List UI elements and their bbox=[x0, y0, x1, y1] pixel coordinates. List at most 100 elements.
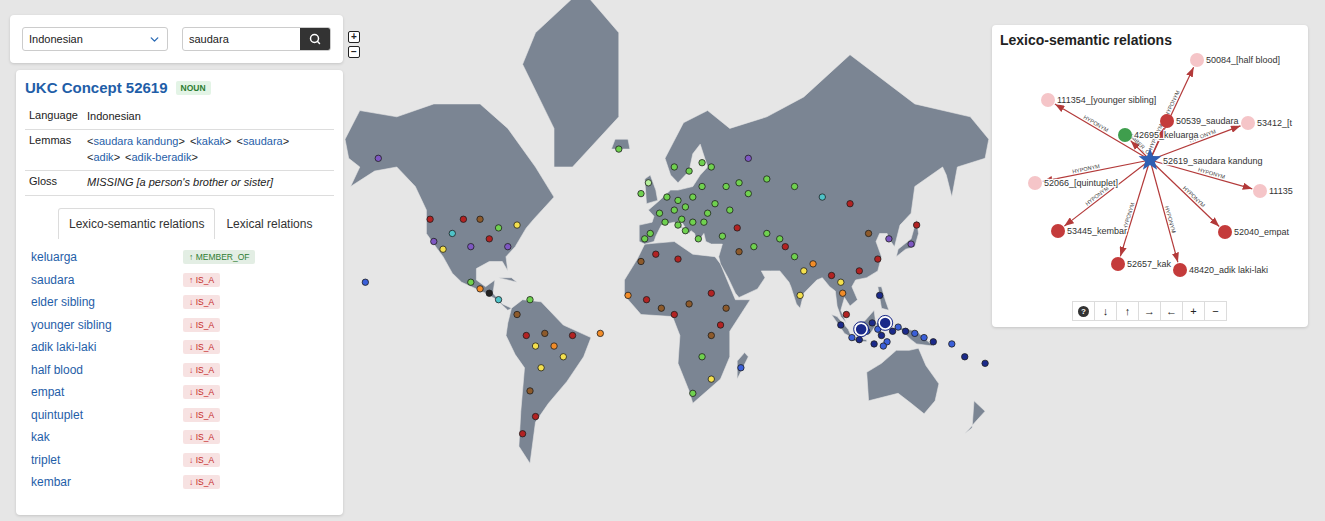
relation-link[interactable]: quintuplet bbox=[31, 408, 83, 422]
map-pin[interactable] bbox=[551, 343, 557, 349]
map-pin[interactable] bbox=[616, 146, 622, 152]
language-select[interactable]: Indonesian bbox=[22, 27, 168, 51]
toolbar-button[interactable]: → bbox=[1138, 301, 1161, 321]
map-pin[interactable] bbox=[839, 290, 845, 296]
map-pin[interactable] bbox=[913, 222, 919, 228]
map-pin[interactable] bbox=[764, 176, 770, 182]
search-input[interactable]: saudara bbox=[183, 28, 300, 50]
zoom-button[interactable]: − bbox=[348, 46, 360, 58]
graph-node[interactable] bbox=[1041, 93, 1055, 107]
concept-title[interactable]: UKC Concept 52619 bbox=[25, 79, 168, 96]
map-pin[interactable] bbox=[886, 236, 892, 242]
map-pin[interactable] bbox=[645, 180, 651, 186]
map-pin[interactable] bbox=[871, 341, 877, 347]
map-pin[interactable] bbox=[495, 225, 501, 231]
map-pin[interactable] bbox=[477, 286, 483, 292]
map-pin[interactable] bbox=[878, 332, 884, 338]
toolbar-button[interactable]: ↓ bbox=[1094, 301, 1117, 321]
map-pin[interactable] bbox=[727, 207, 733, 213]
zoom-button[interactable]: + bbox=[348, 31, 360, 43]
map-pin[interactable] bbox=[921, 334, 927, 340]
map-pin[interactable] bbox=[468, 243, 474, 249]
map-pin[interactable] bbox=[880, 343, 886, 349]
map-pin[interactable] bbox=[856, 336, 862, 342]
map-pin[interactable] bbox=[723, 305, 729, 311]
map-pin[interactable] bbox=[708, 290, 714, 296]
tab[interactable]: Lexical relations bbox=[215, 208, 323, 239]
graph-node[interactable] bbox=[1190, 53, 1204, 67]
center-node-icon[interactable] bbox=[1139, 148, 1162, 170]
graph-node[interactable] bbox=[1028, 176, 1042, 190]
map-pin[interactable] bbox=[638, 190, 644, 196]
map-pin[interactable] bbox=[375, 155, 381, 161]
map-pin[interactable] bbox=[690, 390, 696, 396]
map-pin[interactable] bbox=[876, 292, 882, 298]
toolbar-button[interactable]: − bbox=[1204, 301, 1227, 321]
map-pin[interactable] bbox=[782, 243, 788, 249]
map-pin[interactable] bbox=[527, 296, 533, 302]
map-pin[interactable] bbox=[532, 413, 538, 419]
map-pin[interactable] bbox=[734, 225, 740, 231]
map-pin[interactable] bbox=[736, 249, 742, 255]
map-pin[interactable] bbox=[902, 328, 908, 334]
relation-link[interactable]: adik laki-laki bbox=[31, 340, 96, 354]
map-pin[interactable] bbox=[847, 201, 853, 207]
map-pin[interactable] bbox=[723, 183, 729, 189]
map-pin[interactable] bbox=[695, 236, 701, 242]
lemma-link[interactable]: adik-beradik bbox=[132, 151, 192, 163]
lemma-link[interactable]: saudara bbox=[243, 135, 283, 147]
toolbar-button[interactable]: ↑ bbox=[1116, 301, 1139, 321]
map-pin[interactable] bbox=[738, 365, 744, 371]
map-pin[interactable] bbox=[962, 354, 968, 360]
map-pin[interactable] bbox=[597, 330, 603, 336]
relation-link[interactable]: half blood bbox=[31, 363, 83, 377]
relation-link[interactable]: kembar bbox=[31, 475, 71, 489]
map-pin[interactable] bbox=[828, 272, 834, 278]
map-pin[interactable] bbox=[982, 360, 988, 366]
graph-node[interactable] bbox=[1160, 114, 1174, 128]
map-pin[interactable] bbox=[889, 328, 895, 334]
map-pin[interactable] bbox=[642, 236, 648, 242]
relation-graph[interactable]: HYPONYMHYPONYMHYPONYMMEMBER_OFHYPONYMHYP… bbox=[992, 51, 1308, 299]
map-pin[interactable] bbox=[745, 190, 751, 196]
relation-link[interactable]: triplet bbox=[31, 453, 60, 467]
map-pin[interactable] bbox=[514, 222, 520, 228]
map-pin[interactable] bbox=[538, 365, 544, 371]
lemma-link[interactable]: kakak bbox=[196, 135, 225, 147]
graph-node[interactable] bbox=[1118, 128, 1132, 142]
map-pin[interactable] bbox=[686, 168, 692, 174]
map-pin[interactable] bbox=[908, 241, 914, 247]
map-pin[interactable] bbox=[849, 334, 855, 340]
map-pin[interactable] bbox=[764, 230, 770, 236]
map-pin[interactable] bbox=[664, 194, 670, 200]
map-pin[interactable] bbox=[875, 256, 881, 262]
map-pin[interactable] bbox=[643, 296, 649, 302]
map-pin[interactable] bbox=[843, 311, 849, 317]
map-pin[interactable] bbox=[699, 183, 705, 189]
map-pin[interactable] bbox=[791, 183, 797, 189]
map-pin[interactable] bbox=[486, 236, 492, 242]
map-pin[interactable] bbox=[895, 324, 901, 330]
map-pin[interactable] bbox=[838, 279, 844, 285]
map-pin[interactable] bbox=[505, 243, 511, 249]
map-pin[interactable] bbox=[810, 261, 816, 267]
map-pin[interactable] bbox=[527, 388, 533, 394]
map-pin[interactable] bbox=[656, 210, 662, 216]
map-pin[interactable] bbox=[690, 219, 696, 225]
relation-link[interactable]: elder sibling bbox=[31, 295, 95, 309]
map-pin[interactable] bbox=[440, 246, 446, 252]
map-pin[interactable] bbox=[468, 279, 474, 285]
map-pin[interactable] bbox=[699, 160, 705, 166]
toolbar-button[interactable]: ? bbox=[1072, 301, 1095, 321]
map-pin[interactable] bbox=[682, 227, 688, 233]
map-pin[interactable] bbox=[542, 330, 548, 336]
map-pin[interactable] bbox=[878, 315, 893, 330]
map-pin[interactable] bbox=[569, 332, 575, 338]
map-pin[interactable] bbox=[560, 354, 566, 360]
map-pin[interactable] bbox=[699, 354, 705, 360]
map-pin[interactable] bbox=[362, 279, 368, 285]
map-pin[interactable] bbox=[638, 258, 644, 264]
map-pin[interactable] bbox=[519, 431, 525, 437]
map-pin[interactable] bbox=[736, 180, 742, 186]
map-pin[interactable] bbox=[514, 311, 520, 317]
